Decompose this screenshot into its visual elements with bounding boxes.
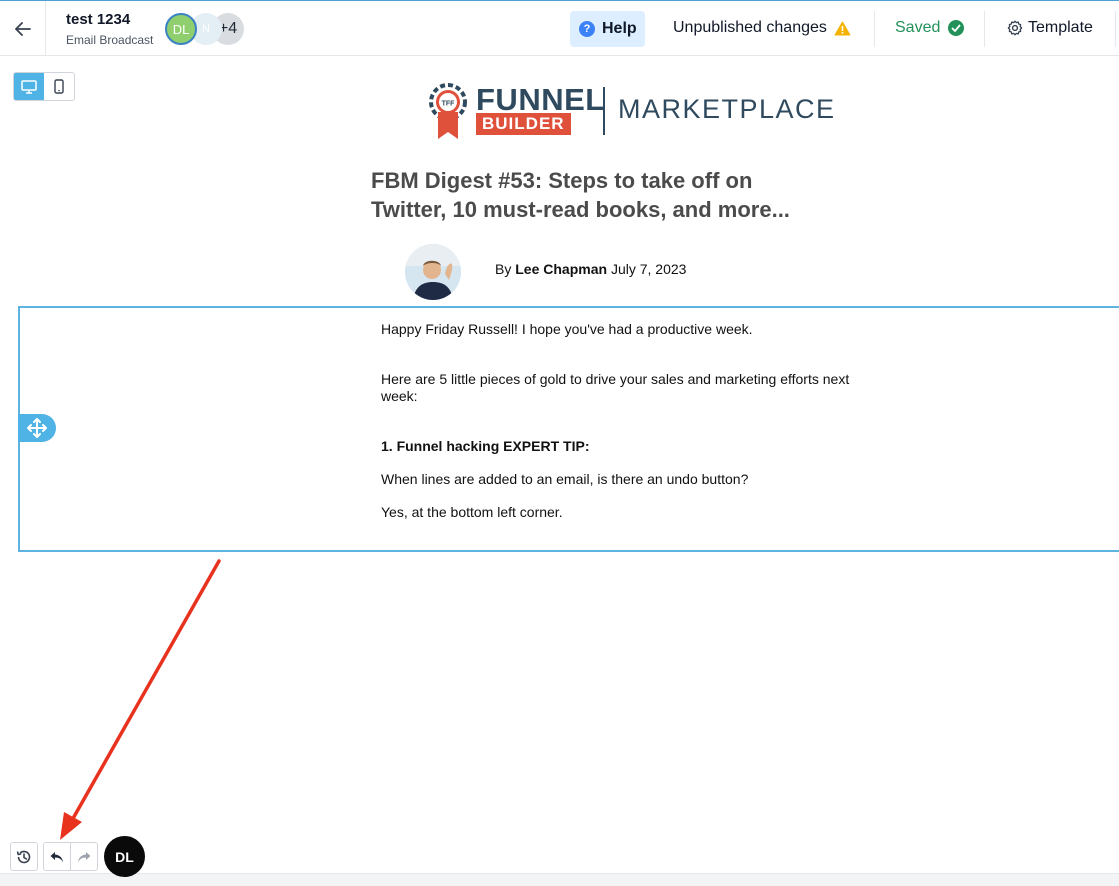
history-icon (16, 850, 31, 863)
template-label: Template (1028, 19, 1093, 36)
template-button[interactable]: Template (1007, 19, 1093, 37)
help-label: Help (602, 20, 637, 37)
broadcast-subtitle: Email Broadcast (66, 33, 154, 47)
author-photo (405, 244, 461, 300)
email-headline: FBM Digest #53: Steps to take off on Twi… (371, 166, 851, 224)
mobile-icon (54, 79, 64, 94)
help-button[interactable]: ? Help (570, 11, 645, 47)
divider (1115, 11, 1116, 47)
paragraph-answer: Yes, at the bottom left corner. (381, 504, 563, 520)
paragraph-greeting: Happy Friday Russell! I hope you've had … (381, 321, 753, 337)
saved-status: Saved (895, 19, 965, 37)
desktop-icon (21, 79, 37, 94)
redo-button[interactable] (70, 842, 98, 871)
back-button[interactable] (0, 1, 46, 56)
warning-icon (834, 21, 851, 35)
check-circle-icon (948, 20, 965, 36)
undo-icon (50, 851, 63, 862)
logo-builder-text: BUILDER (476, 113, 571, 135)
block-drag-handle[interactable] (18, 414, 56, 442)
redo-icon (78, 851, 91, 862)
collaborator-avatar[interactable]: DL (165, 13, 197, 45)
desktop-view-button[interactable] (14, 73, 44, 100)
paragraph-tip-heading: 1. Funnel hacking EXPERT TIP: (381, 438, 590, 454)
current-user-avatar[interactable]: DL (104, 836, 145, 877)
headline-line: Twitter, 10 must-read books, and more... (371, 197, 790, 222)
paragraph-question: When lines are added to an email, is the… (381, 471, 749, 487)
logo-divider (603, 87, 605, 135)
unpublished-changes-button[interactable]: Unpublished changes (673, 19, 851, 37)
byline: By Lee Chapman July 7, 2023 (495, 261, 686, 277)
gear-icon (1007, 20, 1023, 36)
question-icon: ? (579, 21, 595, 37)
arrow-left-icon (14, 21, 31, 36)
undo-button[interactable] (43, 842, 71, 871)
broadcast-title-block: test 1234 Email Broadcast (66, 11, 153, 48)
funnel-badge-icon: TFF (429, 83, 467, 139)
headline-line: FBM Digest #53: Steps to take off on (371, 168, 753, 193)
paragraph-intro: Here are 5 little pieces of gold to driv… (381, 371, 850, 404)
author-name: Lee Chapman (515, 261, 608, 277)
top-bar: test 1234 Email Broadcast DL N +4 ? Help… (0, 0, 1119, 56)
divider (984, 11, 985, 47)
saved-label: Saved (895, 19, 941, 36)
logo-marketplace-text: MARKETPLACE (618, 94, 836, 124)
device-toggle (13, 72, 75, 101)
publish-date: July 7, 2023 (610, 261, 687, 277)
funnel-builder-marketplace-logo: TFF FUNNEL BUILDER MARKETPLACE (428, 82, 834, 142)
history-button[interactable] (10, 842, 38, 871)
divider (874, 11, 875, 47)
badge-text: TFF (442, 101, 456, 108)
bottom-bar (0, 873, 1119, 886)
broadcast-title: test 1234 (66, 11, 131, 28)
unpublished-label: Unpublished changes (673, 19, 827, 36)
move-icon (27, 418, 47, 438)
mobile-view-button[interactable] (44, 73, 74, 100)
byline-prefix: By (495, 261, 512, 277)
